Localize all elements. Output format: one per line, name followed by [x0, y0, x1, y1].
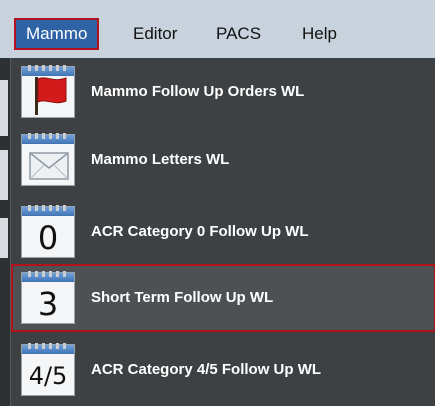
menu-item-label: Mammo Letters WL — [91, 151, 230, 168]
background-window-edge — [0, 58, 10, 406]
menu-item-label: Mammo Follow Up Orders WL — [91, 83, 305, 100]
menu-editor[interactable]: Editor — [123, 18, 187, 50]
mammo-dropdown-menu: Mammo Follow Up Orders WL Mammo Letters … — [10, 58, 435, 406]
calendar-0-icon: 0 — [21, 205, 75, 258]
menu-bar: Mammo Editor PACS Help — [0, 0, 435, 59]
menu-help[interactable]: Help — [292, 18, 347, 50]
menu-item-acr-category-4-5[interactable]: 4/5 ACR Category 4/5 Follow Up WL — [11, 336, 435, 404]
calendar-4-5-icon: 4/5 — [21, 343, 75, 396]
red-flag-icon — [21, 65, 75, 118]
menu-item-acr-category-0[interactable]: 0 ACR Category 0 Follow Up WL — [11, 198, 435, 266]
menu-item-short-term-follow-up[interactable]: 3 Short Term Follow Up WL — [11, 264, 435, 332]
menu-item-mammo-letters[interactable]: Mammo Letters WL — [11, 126, 435, 194]
envelope-icon — [21, 133, 75, 186]
menu-mammo[interactable]: Mammo — [14, 18, 100, 50]
menu-item-label: ACR Category 4/5 Follow Up WL — [91, 361, 322, 378]
menu-pacs[interactable]: PACS — [206, 18, 271, 50]
menu-item-label: Short Term Follow Up WL — [91, 289, 274, 306]
calendar-3-icon: 3 — [21, 271, 75, 324]
menu-item-mammo-follow-up-orders[interactable]: Mammo Follow Up Orders WL — [11, 58, 435, 126]
menu-item-label: ACR Category 0 Follow Up WL — [91, 223, 309, 240]
